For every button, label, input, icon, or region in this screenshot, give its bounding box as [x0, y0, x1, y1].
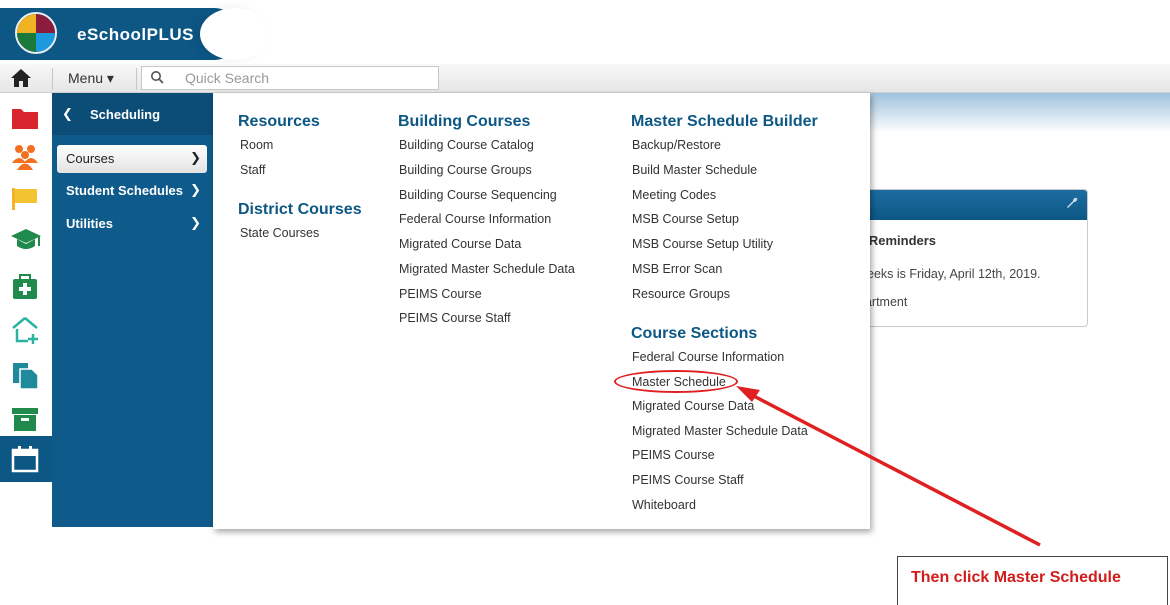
instruction-callout: Then click Master Schedule	[897, 556, 1168, 605]
sidebar-item-student-schedules[interactable]: Student Schedules ❯	[57, 177, 207, 205]
menu-link-building-course-groups[interactable]: Building Course Groups	[399, 163, 532, 177]
menu-heading-course-sections: Course Sections	[631, 325, 758, 342]
home-add-icon[interactable]	[10, 315, 42, 345]
menu-link-building-course-sequencing[interactable]: Building Course Sequencing	[399, 188, 557, 202]
highlight-circle	[614, 370, 738, 393]
sidebar-item-label: Utilities	[66, 216, 113, 231]
menu-heading-building-courses: Building Courses	[398, 113, 531, 130]
panel-header	[859, 190, 1087, 220]
menu-link-resource-groups[interactable]: Resource Groups	[632, 287, 730, 301]
menu-link-meeting-codes[interactable]: Meeting Codes	[632, 188, 716, 202]
chevron-right-icon: ❯	[190, 215, 201, 230]
module-rail	[0, 93, 52, 530]
page-banner	[870, 93, 1170, 133]
search-icon	[150, 70, 164, 87]
wrench-icon[interactable]	[1065, 196, 1079, 213]
folder-icon[interactable]	[10, 105, 42, 135]
menu-link-msb-error-scan[interactable]: MSB Error Scan	[632, 262, 722, 276]
menu-link-backup-restore[interactable]: Backup/Restore	[632, 138, 721, 152]
archive-icon[interactable]	[10, 405, 42, 435]
menu-button[interactable]: Menu ▾	[68, 70, 114, 87]
app-header: eSchoolPLUS	[0, 0, 1170, 64]
documents-icon[interactable]	[10, 361, 42, 391]
medical-kit-icon[interactable]	[10, 273, 42, 303]
menu-link-federal-course-information[interactable]: Federal Course Information	[399, 212, 551, 226]
menu-link-room[interactable]: Room	[240, 138, 273, 152]
chevron-right-icon: ❯	[190, 182, 201, 197]
courses-flyout-menu: Resources Room Staff District Courses St…	[213, 93, 870, 529]
menu-link-msb-course-setup-utility[interactable]: MSB Course Setup Utility	[632, 237, 773, 251]
back-chevron-icon[interactable]: ❮	[62, 106, 73, 122]
home-icon[interactable]	[8, 68, 34, 90]
menu-link-cs-federal-course-information[interactable]: Federal Course Information	[632, 350, 784, 364]
toolbar-divider	[136, 68, 137, 90]
menu-link-peims-course-staff[interactable]: PEIMS Course Staff	[399, 311, 511, 325]
menu-heading-district-courses: District Courses	[238, 201, 362, 218]
menu-link-staff[interactable]: Staff	[240, 163, 265, 177]
menu-link-cs-migrated-course-data[interactable]: Migrated Course Data	[632, 399, 754, 413]
people-icon[interactable]	[10, 143, 42, 173]
chevron-right-icon: ❯	[190, 150, 201, 165]
menu-link-build-master-schedule[interactable]: Build Master Schedule	[632, 163, 757, 177]
toolbar-divider	[52, 68, 53, 90]
sidebar-item-courses[interactable]: Courses ❯	[57, 145, 207, 173]
sidebar-item-utilities[interactable]: Utilities ❯	[57, 210, 207, 238]
menu-link-migrated-course-data[interactable]: Migrated Course Data	[399, 237, 521, 251]
sidebar-item-label: Courses	[66, 151, 115, 166]
sidebar-item-label: Student Schedules	[66, 183, 184, 198]
logo-icon[interactable]	[15, 12, 57, 54]
app-name: eSchoolPLUS	[77, 25, 194, 44]
callout-text: Then click Master Schedule	[911, 569, 1121, 586]
menu-link-msb-course-setup[interactable]: MSB Course Setup	[632, 212, 739, 226]
menu-heading-master-schedule-builder: Master Schedule Builder	[631, 113, 818, 130]
menu-link-whiteboard[interactable]: Whiteboard	[632, 498, 696, 512]
panel-line: weeks is Friday, April 12th, 2019.	[858, 267, 1041, 281]
menu-link-peims-course[interactable]: PEIMS Course	[399, 287, 482, 301]
scheduling-sidebar: ❮ Scheduling Courses ❯ Student Schedules…	[52, 93, 213, 527]
sidebar-title: Scheduling	[90, 107, 161, 122]
graduation-cap-icon[interactable]	[10, 226, 42, 256]
menu-link-cs-peims-course[interactable]: PEIMS Course	[632, 448, 715, 462]
calendar-icon[interactable]	[10, 444, 42, 474]
menu-link-state-courses[interactable]: State Courses	[240, 226, 319, 240]
quick-search-input[interactable]	[185, 69, 425, 87]
menu-link-cs-peims-course-staff[interactable]: PEIMS Course Staff	[632, 473, 744, 487]
flag-icon[interactable]	[10, 185, 42, 215]
toolbar: Menu ▾	[0, 64, 1170, 93]
brand-curve	[200, 8, 270, 60]
menu-heading-resources: Resources	[238, 113, 320, 130]
menu-link-building-course-catalog[interactable]: Building Course Catalog	[399, 138, 534, 152]
menu-link-migrated-master-schedule-data[interactable]: Migrated Master Schedule Data	[399, 262, 575, 276]
quick-search-box[interactable]	[141, 66, 439, 90]
menu-link-cs-migrated-master-schedule-data[interactable]: Migrated Master Schedule Data	[632, 424, 808, 438]
sidebar-header[interactable]: ❮ Scheduling	[52, 93, 213, 135]
